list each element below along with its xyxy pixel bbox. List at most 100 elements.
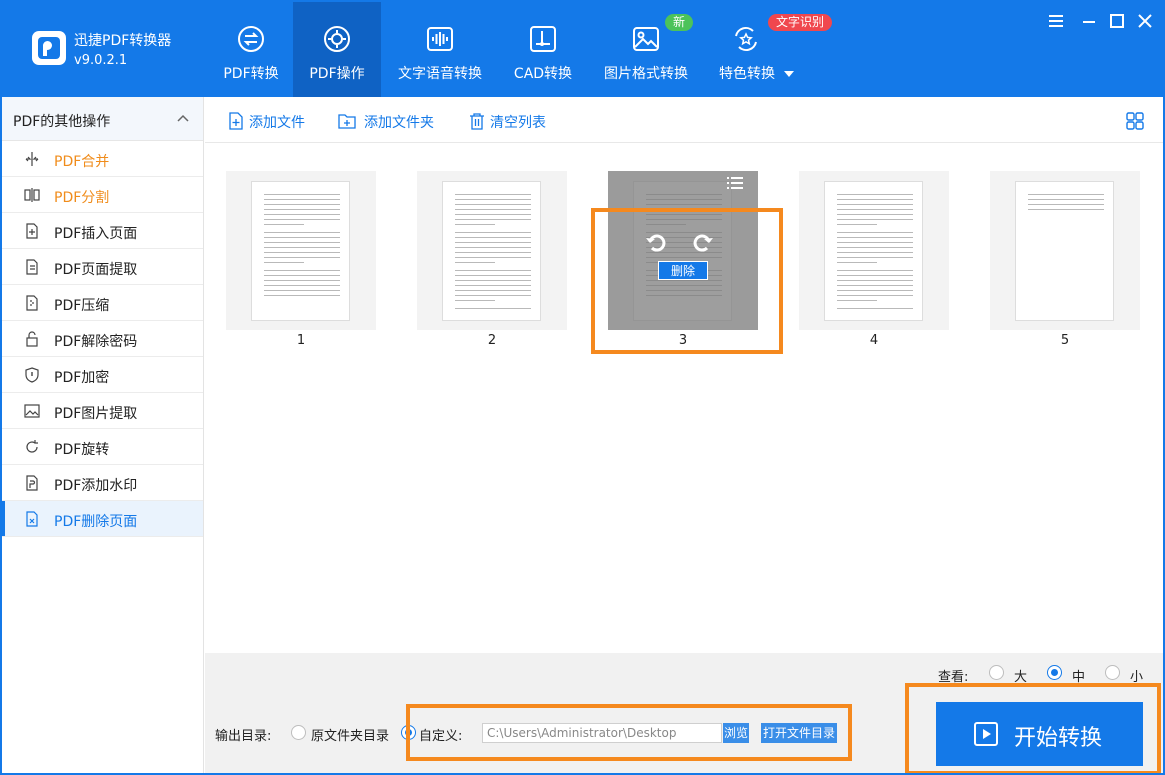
text-line <box>837 224 877 225</box>
compress-icon <box>26 295 38 311</box>
text-line <box>1028 199 1104 200</box>
text-line <box>1028 204 1104 205</box>
text-line <box>837 242 913 243</box>
tab-pdf-operate[interactable]: PDF操作 <box>293 2 381 97</box>
tab-label: 特色转换 <box>719 66 775 82</box>
text-line <box>455 290 531 291</box>
text-line <box>837 270 913 271</box>
text-line <box>837 219 913 220</box>
toolbar: 添加文件 添加文件夹 清空列表 <box>205 97 1163 143</box>
sidebar-item-split[interactable]: PDF分割 <box>2 177 203 213</box>
cad-icon <box>530 26 556 52</box>
sidebar-item-label: PDF插入页面 <box>54 226 138 242</box>
grid-view-icon[interactable] <box>1125 111 1145 131</box>
page-preview <box>251 181 350 321</box>
text-line <box>455 275 531 276</box>
text-line <box>455 224 495 225</box>
sidebar-item-merge[interactable]: PDF合并 <box>2 141 203 177</box>
text-line <box>837 290 913 291</box>
tab-text-speech[interactable]: 文字语音转换 <box>389 2 491 97</box>
add-file-icon <box>229 112 243 130</box>
text-line <box>1028 194 1104 195</box>
title-bar: 迅捷PDF转换器 v9.0.2.1 PDF转换 PDF操作 文字语音转换 CAD… <box>2 2 1163 97</box>
sidebar-item-extract-page[interactable]: PDF页面提取 <box>2 249 203 285</box>
page-preview <box>442 181 541 321</box>
sidebar-item-label: PDF图片提取 <box>54 406 138 422</box>
sidebar-item-image-extract[interactable]: PDF图片提取 <box>2 393 203 429</box>
text-line <box>455 204 531 205</box>
app-logo <box>32 31 66 65</box>
sidebar-item-label: PDF添加水印 <box>54 478 138 494</box>
sidebar-item-unlock[interactable]: PDF解除密码 <box>2 321 203 357</box>
text-line <box>455 252 531 253</box>
text-line <box>264 270 340 271</box>
sidebar-item-delete-page[interactable]: PDF删除页面 <box>2 501 203 537</box>
page-thumbnail-1[interactable] <box>226 171 376 330</box>
pdf-convert-icon <box>238 26 264 52</box>
text-line <box>264 204 340 205</box>
insert-page-icon <box>26 223 38 239</box>
text-line <box>455 285 531 286</box>
sidebar-item-label: PDF解除密码 <box>54 334 138 350</box>
tab-label: PDF转换 <box>223 66 279 82</box>
text-line <box>264 262 304 263</box>
text-line <box>264 275 340 276</box>
original-dir-label: 原文件夹目录 <box>311 729 390 744</box>
text-line <box>1028 209 1104 210</box>
sidebar-item-encrypt[interactable]: PDF加密 <box>2 357 203 393</box>
text-line <box>837 275 913 276</box>
add-file-label: 添加文件 <box>249 115 305 131</box>
text-line <box>837 204 913 205</box>
close-icon[interactable] <box>1136 12 1154 30</box>
delete-page-icon <box>26 511 38 527</box>
extract-page-icon <box>26 259 38 275</box>
text-line <box>837 209 913 210</box>
text-line <box>264 199 340 200</box>
sidebar-item-label: PDF旋转 <box>54 442 110 458</box>
clear-list-label: 清空列表 <box>490 115 546 131</box>
sidebar-item-label: PDF删除页面 <box>54 514 138 530</box>
pdf-operate-icon <box>324 26 350 52</box>
page-thumbnail-4[interactable] <box>799 171 949 330</box>
unlock-icon <box>26 331 38 347</box>
text-line <box>455 242 531 243</box>
sidebar-item-insert-page[interactable]: PDF插入页面 <box>2 213 203 249</box>
text-line <box>837 308 913 309</box>
tab-label: CAD转换 <box>513 66 573 82</box>
tab-label: 图片格式转换 <box>604 66 688 82</box>
text-line <box>455 295 531 296</box>
page-preview <box>824 181 923 321</box>
view-small-radio[interactable] <box>1105 665 1120 680</box>
tab-pdf-convert[interactable]: PDF转换 <box>209 2 293 97</box>
list-menu-icon[interactable] <box>726 176 744 190</box>
image-extract-icon <box>24 404 40 418</box>
highlight-box-output <box>406 704 852 761</box>
text-line <box>837 237 913 238</box>
page-preview <box>1015 181 1114 321</box>
text-line <box>264 214 340 215</box>
page-number: 2 <box>487 333 497 348</box>
trash-icon <box>470 113 484 130</box>
maximize-icon[interactable] <box>1108 12 1126 30</box>
text-line <box>455 237 531 238</box>
star-convert-icon <box>735 26 757 52</box>
rotate-icon <box>26 440 38 453</box>
menu-icon[interactable] <box>1047 12 1065 30</box>
minimize-icon[interactable] <box>1080 12 1098 30</box>
text-line <box>837 285 913 286</box>
text-line <box>455 300 495 301</box>
sidebar-item-compress[interactable]: PDF压缩 <box>2 285 203 321</box>
page-thumbnail-5[interactable] <box>990 171 1140 330</box>
text-line <box>455 308 531 309</box>
sidebar-item-watermark[interactable]: PDF添加水印 <box>2 465 203 501</box>
tab-cad[interactable]: CAD转换 <box>502 2 584 97</box>
text-line <box>455 280 531 281</box>
page-thumbnail-2[interactable] <box>417 171 567 330</box>
view-large-radio[interactable] <box>989 665 1004 680</box>
original-dir-radio[interactable] <box>291 725 306 740</box>
text-line <box>264 224 304 225</box>
merge-icon <box>25 152 39 166</box>
view-medium-radio[interactable] <box>1047 665 1062 680</box>
sidebar-item-rotate[interactable]: PDF旋转 <box>2 429 203 465</box>
sidebar-header[interactable]: PDF的其他操作 <box>2 97 203 141</box>
